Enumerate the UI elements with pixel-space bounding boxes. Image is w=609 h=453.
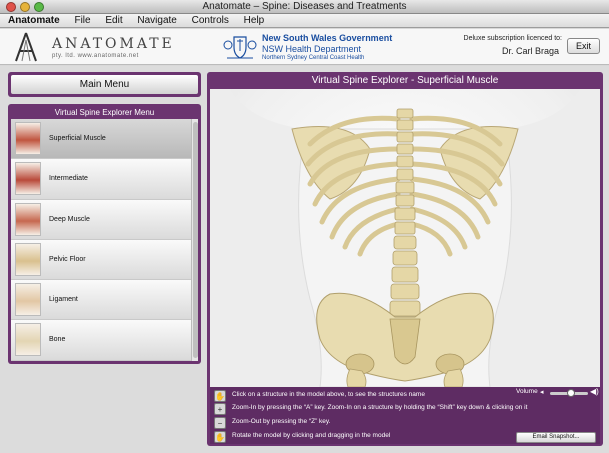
main-menu-frame: Main Menu — [8, 72, 201, 97]
scrollbar-thumb[interactable] — [193, 122, 198, 358]
volume-slider[interactable] — [550, 389, 588, 397]
window-title: Anatomate – Spine: Diseases and Treatmen… — [202, 1, 407, 12]
volume-slider-knob[interactable] — [566, 389, 575, 397]
menu-item-label: Bone — [49, 336, 66, 344]
menu-item-thumbnail — [15, 323, 41, 357]
menu-item-intermediate[interactable]: Intermediate — [11, 159, 191, 200]
nsw-crest-icon — [223, 36, 257, 59]
nsw-department-label: NSW Health Department — [262, 44, 362, 54]
nsw-area-label: Northern Sydney Central Coast Health — [262, 55, 365, 61]
side-menu-scrollbar[interactable] — [191, 119, 198, 361]
menu-item-thumbnail — [15, 162, 41, 196]
menu-item-ligament[interactable]: Ligament — [11, 280, 191, 321]
menu-item-thumbnail — [15, 242, 41, 276]
logo-text: ANATOMATE — [52, 36, 175, 52]
instruction-text: Rotate the model by clicking and draggin… — [232, 432, 391, 439]
exit-button[interactable]: Exit — [567, 38, 600, 54]
menu-item-thumbnail — [15, 202, 41, 236]
menu-item-label: Deep Muscle — [49, 215, 90, 223]
menu-navigate[interactable]: Navigate — [131, 14, 182, 28]
email-snapshot-button[interactable]: Email Snapshot... — [516, 432, 596, 443]
instruction-text: Click on a structure in the model above,… — [232, 391, 425, 398]
hand-icon: ✋ — [214, 390, 226, 402]
volume-high-icon: ◀) — [590, 387, 599, 396]
3d-model-viewport[interactable] — [210, 89, 600, 387]
menu-item-thumbnail — [15, 122, 41, 155]
subscription-label: Deluxe subscription licenced to: — [463, 35, 562, 42]
side-menu-list: Superficial Muscle Intermediate Deep Muscl… — [11, 119, 191, 361]
close-window-button[interactable] — [6, 2, 16, 12]
menu-edit[interactable]: Edit — [99, 14, 128, 28]
logo-subtext: pty. ltd. www.anatomate.net — [52, 53, 139, 59]
menu-item-label: Superficial Muscle — [49, 135, 106, 142]
menu-item-deep-muscle[interactable]: Deep Muscle — [11, 199, 191, 240]
menu-item-label: Intermediate — [49, 175, 88, 183]
menu-item-pelvic-floor[interactable]: Pelvic Floor — [11, 239, 191, 281]
zoom-window-button[interactable] — [34, 2, 44, 12]
spine-explorer-menu: Virtual Spine Explorer Menu Superficial … — [8, 104, 201, 364]
main-menu-button[interactable]: Main Menu — [11, 75, 198, 94]
app-header: ANATOMATE pty. ltd. www.anatomate.net Ne… — [0, 29, 609, 65]
side-menu-title: Virtual Spine Explorer Menu — [54, 108, 155, 117]
volume-label: Volume — [516, 388, 538, 395]
zoom-out-icon[interactable]: − — [214, 417, 226, 429]
menu-file[interactable]: File — [68, 14, 96, 28]
menu-anatomate[interactable]: Anatomate — [0, 14, 66, 28]
instruction-text: Zoom-In by pressing the “A” key. Zoom-In… — [232, 404, 528, 411]
menu-item-superficial-muscle[interactable]: Superficial Muscle — [11, 119, 191, 160]
zoom-in-icon[interactable]: + — [214, 403, 226, 415]
window-titlebar: Anatomate – Spine: Diseases and Treatmen… — [0, 0, 609, 14]
anatomate-logo-icon — [15, 32, 37, 62]
volume-low-icon: ◂ — [540, 389, 544, 396]
spine-model[interactable] — [210, 89, 600, 387]
menu-item-label: Ligament — [49, 296, 78, 304]
spine-viewer-panel: Virtual Spine Explorer - Superficial Mus… — [207, 72, 603, 446]
menu-item-label: Pelvic Floor — [49, 255, 86, 263]
viewer-title: Virtual Spine Explorer - Superficial Mus… — [311, 75, 499, 86]
menu-item-thumbnail — [15, 283, 41, 317]
menu-bar: Anatomate File Edit Navigate Controls He… — [0, 14, 609, 28]
minimize-window-button[interactable] — [20, 2, 30, 12]
nsw-government-label: New South Wales Government — [262, 33, 393, 43]
menu-controls[interactable]: Controls — [186, 14, 235, 28]
instruction-text: Zoom-Out by pressing the “Z” key. — [232, 418, 331, 425]
rotate-hand-icon: ✋ — [214, 431, 226, 443]
menu-help[interactable]: Help — [238, 14, 271, 28]
menu-item-bone[interactable]: Bone — [11, 320, 191, 361]
subscription-name: Dr. Carl Braga — [501, 46, 559, 56]
viewer-controls: ✋ Click on a structure in the model abov… — [210, 387, 600, 444]
